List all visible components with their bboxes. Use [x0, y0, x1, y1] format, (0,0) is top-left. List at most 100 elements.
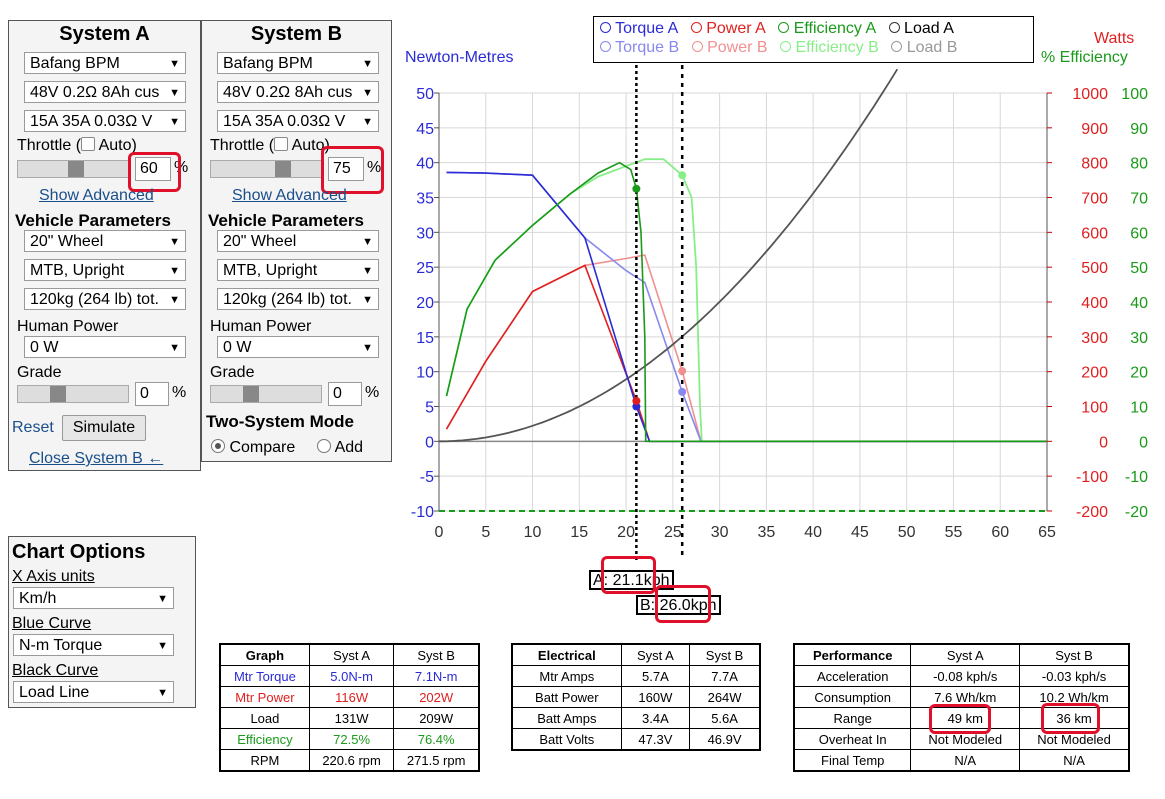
black-curve-select[interactable]: Load Line ▼	[13, 681, 174, 703]
y-tick-label-left: 25	[416, 260, 434, 277]
chevron-down-icon: ▼	[157, 593, 168, 605]
table-header-cell: Syst A	[910, 643, 1021, 666]
syst-a-value: 72.5%	[308, 728, 395, 750]
x-axis-units-label: X Axis units	[12, 568, 95, 585]
syst-b-value: 7.1N-m	[393, 665, 480, 687]
row-label: Batt Power	[511, 686, 622, 708]
row-label: Load	[219, 707, 310, 729]
y-tick-label-watts: 0	[1099, 434, 1108, 451]
table-row: Efficiency 72.5% 76.4%	[219, 728, 480, 750]
operating-point-dot	[632, 396, 641, 405]
row-label: Consumption	[793, 686, 912, 708]
table-header-cell: Syst B	[393, 643, 480, 666]
x-tick-label: 60	[991, 524, 1009, 541]
y-tick-label-efficiency: 60	[1130, 225, 1148, 242]
syst-a-value: 5.0N-m	[308, 665, 395, 687]
y-tick-label-watts: 900	[1081, 121, 1108, 138]
x-tick-label: 0	[435, 524, 444, 541]
table-row: Batt Volts 47.3V 46.9V	[511, 728, 761, 751]
row-label: Final Temp	[793, 749, 912, 772]
operating-point-dot	[678, 171, 687, 180]
graph-results-table: Graph Syst A Syst B Mtr Torque 5.0N-m 7.1N-m M…	[219, 643, 480, 772]
y-tick-label-watts: 200	[1081, 365, 1108, 382]
syst-b-value: N/A	[1019, 749, 1130, 772]
row-label: Batt Volts	[511, 728, 622, 751]
syst-a-value: N/A	[910, 749, 1021, 772]
syst-a-value: -0.08 kph/s	[910, 665, 1021, 687]
electrical-results-table: Electrical Syst A Syst B Mtr Amps 5.7A 7.7A Ba…	[511, 643, 761, 751]
y-tick-label-left: 35	[416, 191, 434, 208]
y-tick-label-watts: 300	[1081, 330, 1108, 347]
x-tick-label: 40	[804, 524, 822, 541]
row-label: Efficiency	[219, 728, 310, 750]
y-tick-label-efficiency: 90	[1130, 121, 1148, 138]
y-tick-label-left: 20	[416, 295, 434, 312]
table-header-cell: Syst B	[689, 643, 761, 666]
row-label: Overheat In	[793, 728, 912, 750]
syst-b-value: 202W	[393, 686, 480, 708]
y-tick-label-efficiency: 10	[1130, 400, 1148, 417]
black-curve-label: Black Curve	[12, 662, 99, 679]
y-tick-label-left: -10	[411, 504, 434, 521]
y-tick-label-efficiency: 80	[1130, 156, 1148, 173]
y-tick-label-efficiency: 0	[1139, 434, 1148, 451]
highlight-range-a	[929, 704, 991, 734]
y-tick-label-watts: 100	[1081, 400, 1108, 417]
table-row: Final Temp N/A N/A	[793, 749, 1130, 772]
series-line-power-b	[445, 254, 1047, 443]
y-tick-label-efficiency: 70	[1130, 191, 1148, 208]
operating-point-dot	[632, 184, 641, 193]
row-label: Mtr Power	[219, 686, 310, 708]
x-tick-label: 55	[945, 524, 963, 541]
table-row: Batt Amps 3.4A 5.6A	[511, 707, 761, 729]
x-tick-label: 20	[617, 524, 635, 541]
y-tick-label-left: 50	[416, 86, 434, 103]
table-header-cell: Syst A	[620, 643, 691, 666]
x-tick-label: 5	[481, 524, 490, 541]
syst-a-value: 131W	[308, 707, 395, 729]
x-tick-label: 10	[524, 524, 542, 541]
series-line-load-a	[439, 68, 899, 443]
performance-chart[interactable]: 0 5 10 15 20 25 30 35 40 45 50 55 60 65 -10 -5 0 5 10 15 20 2…	[0, 0, 1165, 560]
x-tick-label: 45	[851, 524, 869, 541]
blue-curve-label: Blue Curve	[12, 615, 92, 632]
y-tick-label-watts: 400	[1081, 295, 1108, 312]
y-tick-label-left: 10	[416, 365, 434, 382]
y-tick-label-efficiency: -10	[1125, 469, 1148, 486]
row-label: Mtr Torque	[219, 665, 310, 687]
table-header-cell: Performance	[793, 643, 912, 666]
chart-options-panel: Chart Options X Axis units Km/h ▼ Blue Cu…	[8, 536, 196, 708]
y-tick-label-efficiency: 100	[1121, 86, 1148, 103]
table-header-row: Performance Syst A Syst B	[793, 643, 1130, 666]
table-header-row: Electrical Syst A Syst B	[511, 643, 761, 666]
y-tick-label-watts: 600	[1081, 225, 1108, 242]
table-row: Mtr Amps 5.7A 7.7A	[511, 665, 761, 687]
operating-point-dot	[678, 366, 687, 375]
row-label: Acceleration	[793, 665, 912, 687]
table-row: Batt Power 160W 264W	[511, 686, 761, 708]
x-tick-label: 30	[711, 524, 729, 541]
x-tick-label: 35	[757, 524, 775, 541]
y-tick-label-efficiency: -20	[1125, 504, 1148, 521]
highlight-speed-a	[601, 556, 656, 594]
y-tick-label-efficiency: 50	[1130, 260, 1148, 277]
y-tick-label-watts: 700	[1081, 191, 1108, 208]
y-tick-label-left: 30	[416, 225, 434, 242]
table-row: Load 131W 209W	[219, 707, 480, 729]
syst-b-value: 271.5 rpm	[393, 749, 480, 772]
syst-b-value: 5.6A	[689, 707, 761, 729]
table-header-cell: Graph	[219, 643, 310, 666]
x-tick-label: 65	[1038, 524, 1056, 541]
blue-curve-select[interactable]: N-m Torque ▼	[13, 634, 174, 656]
row-label: Mtr Amps	[511, 665, 622, 687]
y-tick-label-left: 45	[416, 121, 434, 138]
y-tick-label-watts: 800	[1081, 156, 1108, 173]
series-line-efficiency-b	[445, 158, 1047, 443]
row-label: Range	[793, 707, 912, 729]
operating-point-dot	[678, 387, 687, 396]
y-tick-label-efficiency: 30	[1130, 330, 1148, 347]
syst-a-value: 116W	[308, 686, 395, 708]
table-header-cell: Syst A	[308, 643, 395, 666]
x-axis-units-select[interactable]: Km/h ▼	[13, 587, 174, 609]
syst-b-value: 76.4%	[393, 728, 480, 750]
